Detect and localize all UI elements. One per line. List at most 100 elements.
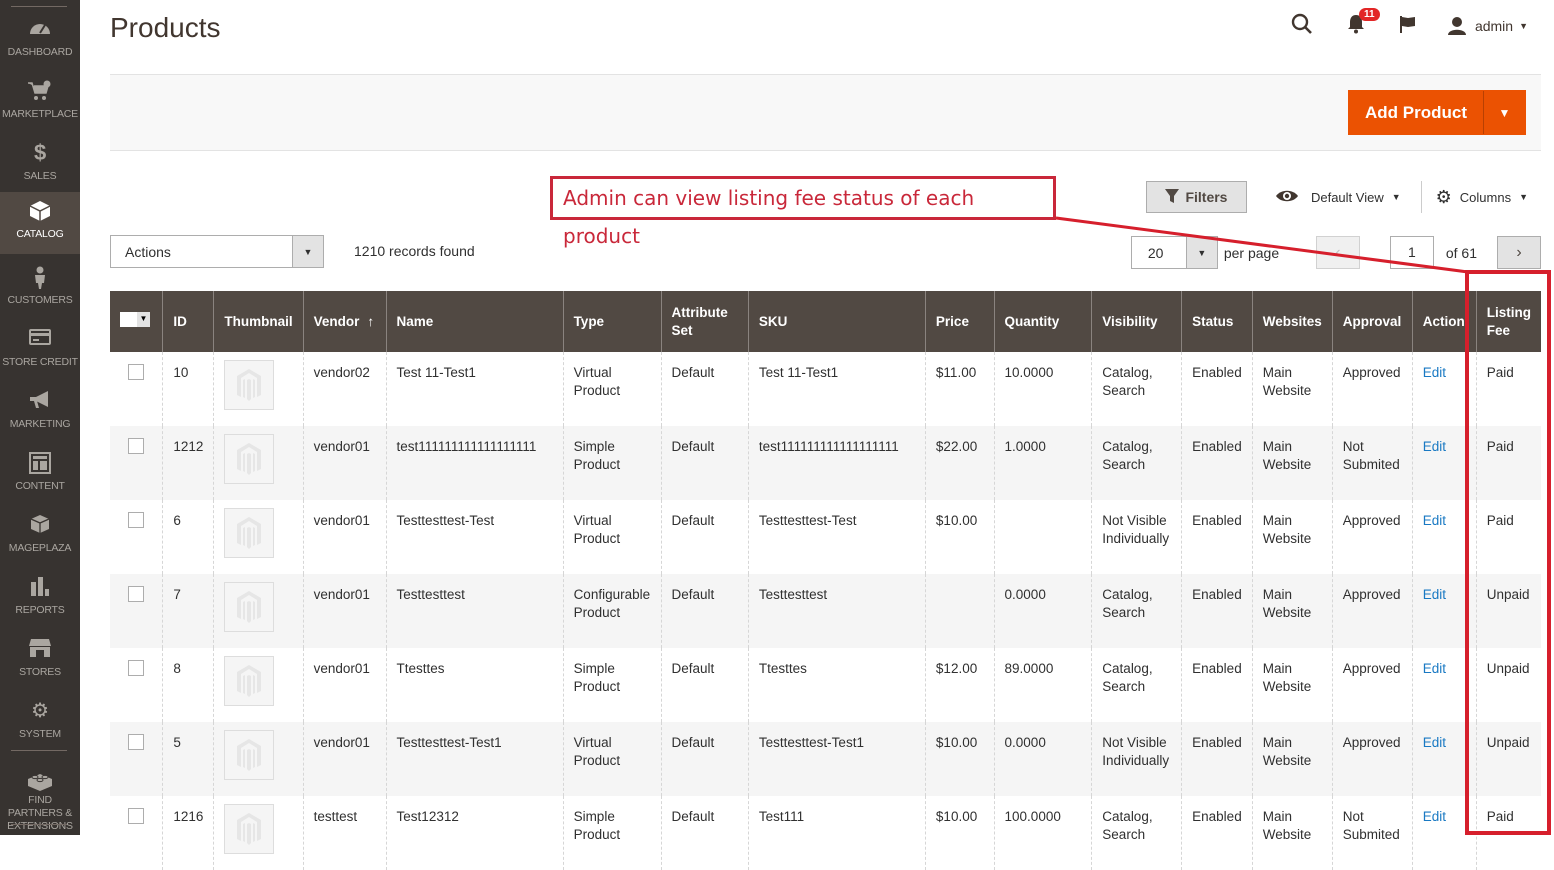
edit-link[interactable]: Edit <box>1423 735 1446 750</box>
sidebar-item-store-credit[interactable]: STORE CREDIT <box>0 320 80 382</box>
table-row[interactable]: 1212 vendor01 test111111111111111111 Simple… <box>110 426 1541 500</box>
sidebar-item-sales[interactable]: $ SALES <box>0 134 80 196</box>
row-checkbox[interactable] <box>128 660 145 676</box>
sidebar-item-stores[interactable]: STORES <box>0 630 80 692</box>
row-select-cell <box>110 648 163 722</box>
cell-visibility: Catalog, Search <box>1091 574 1182 648</box>
product-thumbnail-placeholder-icon[interactable] <box>224 508 275 558</box>
product-thumbnail-placeholder-icon[interactable] <box>224 434 275 484</box>
row-checkbox[interactable] <box>128 364 145 380</box>
column-header-vendor[interactable]: Vendor ↑ <box>302 291 387 352</box>
mass-select-checkbox[interactable]: ▼ <box>120 311 150 327</box>
table-row[interactable]: 7 vendor01 Testtesttest Configurable Produc… <box>110 574 1541 648</box>
edit-link[interactable]: Edit <box>1423 587 1446 602</box>
bar-chart-icon <box>0 576 80 598</box>
column-header-name[interactable]: Name <box>385 291 564 352</box>
table-row[interactable]: 1216 testtest Test12312 Simple Product Defau… <box>110 796 1541 870</box>
column-header-type[interactable]: Type <box>562 291 662 352</box>
column-header-sku[interactable]: SKU <box>747 291 926 352</box>
column-header-listing-fee[interactable]: Listing Fee <box>1475 291 1541 352</box>
table-row[interactable]: 5 vendor01 Testtesttest-Test1 Virtual Produ… <box>110 722 1541 796</box>
mass-actions-value: Actions <box>125 244 171 260</box>
product-thumbnail-placeholder-icon[interactable] <box>224 804 275 854</box>
row-checkbox[interactable] <box>128 512 145 528</box>
cell-id: 5 <box>162 722 214 796</box>
edit-link[interactable]: Edit <box>1423 513 1446 528</box>
column-header-vendor-label: Vendor <box>313 313 360 329</box>
cell-websites: Main Website <box>1251 500 1333 574</box>
edit-link[interactable]: Edit <box>1423 661 1446 676</box>
column-header-attribute-set[interactable]: Attribute Set <box>660 291 749 352</box>
add-product-button[interactable]: Add Product <box>1349 91 1483 134</box>
cell-approval: Not Submited <box>1331 796 1413 870</box>
notifications-bell-icon[interactable]: 11 <box>1347 7 1380 39</box>
row-checkbox[interactable] <box>128 808 145 824</box>
sidebar-item-catalog[interactable]: CATALOG <box>0 192 80 254</box>
cell-quantity: 10.0000 <box>993 352 1092 426</box>
flag-icon[interactable] <box>1399 14 1417 39</box>
previous-page-button[interactable]: ‹ <box>1315 236 1360 269</box>
table-row[interactable]: 10 vendor02 Test 11-Test1 Virtual Product De… <box>110 352 1541 426</box>
table-row[interactable]: 8 vendor01 Ttesttes Simple Product Default Tt… <box>110 648 1541 722</box>
cell-listing-fee: Paid <box>1475 352 1541 426</box>
sidebar-item-mageplaza[interactable]: MAGEPLAZA <box>0 506 80 568</box>
column-header-quantity[interactable]: Quantity <box>993 291 1092 352</box>
filters-label: Filters <box>1185 189 1228 205</box>
cell-visibility: Catalog, Search <box>1091 352 1182 426</box>
product-thumbnail-placeholder-icon[interactable] <box>224 582 275 632</box>
search-icon[interactable] <box>1291 13 1313 40</box>
cell-type: Virtual Product <box>562 352 662 426</box>
view-dropdown[interactable]: Default View ▼ <box>1275 187 1401 208</box>
per-page-select[interactable]: 20 ▼ <box>1130 236 1218 269</box>
row-checkbox[interactable] <box>128 734 145 750</box>
column-header-price[interactable]: Price <box>924 291 995 352</box>
product-thumbnail-placeholder-icon[interactable] <box>224 656 275 706</box>
sidebar-item-reports[interactable]: REPORTS <box>0 568 80 630</box>
sidebar-item-label: CONTENT <box>15 480 65 492</box>
row-checkbox[interactable] <box>128 438 145 454</box>
column-header-visibility[interactable]: Visibility <box>1091 291 1182 352</box>
column-header-websites[interactable]: Websites <box>1251 291 1333 352</box>
megaphone-icon <box>0 390 80 412</box>
header-actions: 11 admin ▼ <box>1257 7 1528 42</box>
mass-actions-select[interactable]: Actions ▼ <box>110 235 324 268</box>
admin-user-menu[interactable]: admin ▼ <box>1447 16 1528 36</box>
current-page-input[interactable]: 1 <box>1389 236 1434 269</box>
cell-websites: Main Website <box>1251 796 1333 870</box>
cell-status: Enabled <box>1181 426 1253 500</box>
next-page-button[interactable]: › <box>1497 236 1541 269</box>
sidebar-item-customers[interactable]: CUSTOMERS <box>0 258 80 320</box>
edit-link[interactable]: Edit <box>1423 439 1446 454</box>
cell-price: $12.00 <box>924 648 995 722</box>
cell-approval: Not Submited <box>1331 426 1413 500</box>
action-cell: Edit <box>1411 796 1477 870</box>
column-header-thumbnail: Thumbnail <box>213 291 304 352</box>
sidebar-item-content[interactable]: CONTENT <box>0 444 80 506</box>
cell-price: $10.00 <box>924 500 995 574</box>
add-product-dropdown-toggle[interactable]: ▼ <box>1483 91 1525 134</box>
filters-button[interactable]: Filters <box>1145 181 1247 213</box>
cell-id: 10 <box>162 352 214 426</box>
edit-link[interactable]: Edit <box>1423 365 1446 380</box>
edit-link[interactable]: Edit <box>1423 809 1446 824</box>
product-thumbnail-placeholder-icon[interactable] <box>224 360 275 410</box>
sidebar-item-label: DASHBOARD <box>7 46 73 58</box>
row-select-cell <box>110 574 163 648</box>
cell-approval: Approved <box>1331 574 1413 648</box>
column-header-status[interactable]: Status <box>1181 291 1253 352</box>
product-thumbnail-placeholder-icon[interactable] <box>224 730 275 780</box>
sidebar-item-marketing[interactable]: MARKETING <box>0 382 80 444</box>
sidebar-item-dashboard[interactable]: DASHBOARD <box>0 10 80 72</box>
column-header-approval[interactable]: Approval <box>1331 291 1413 352</box>
layout-icon <box>0 452 80 474</box>
sidebar-item-system[interactable]: ⚙ SYSTEM <box>0 692 80 754</box>
column-header-id[interactable]: ID <box>162 291 214 352</box>
row-checkbox[interactable] <box>128 586 145 602</box>
columns-dropdown[interactable]: ⚙ Columns ▼ <box>1436 187 1528 208</box>
cell-websites: Main Website <box>1251 426 1333 500</box>
cell-type: Simple Product <box>562 648 662 722</box>
sidebar-item-marketplace[interactable]: MARKETPLACE <box>0 72 80 134</box>
table-row[interactable]: 6 vendor01 Testtesttest-Test Virtual Produc… <box>110 500 1541 574</box>
cell-name: Testtesttest-Test1 <box>385 722 564 796</box>
sidebar-item-find-partners-extensions[interactable]: FIND PARTNERS & EXTENSIONS <box>0 762 80 832</box>
